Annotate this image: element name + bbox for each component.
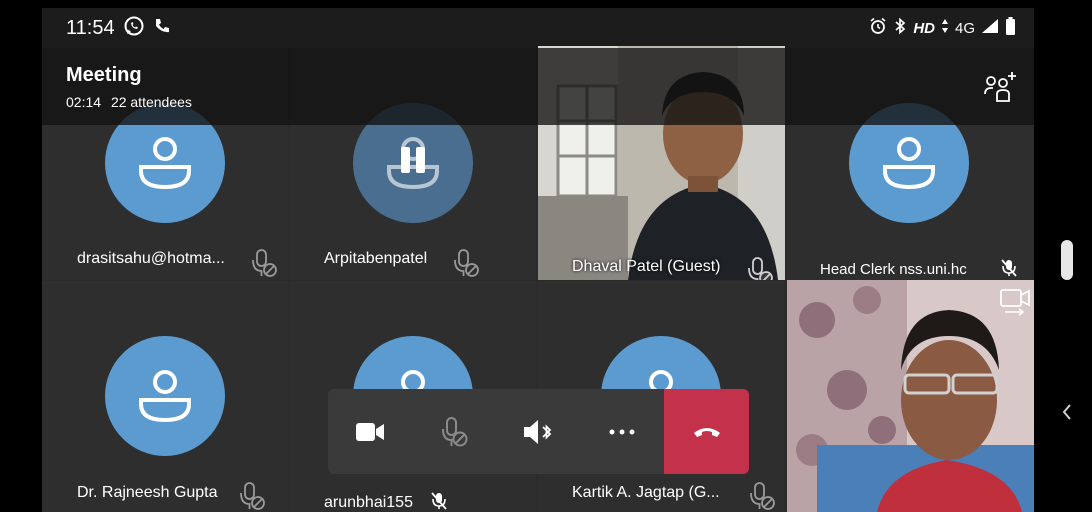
data-arrows-icon [941, 18, 949, 38]
meeting-title: Meeting [66, 64, 142, 86]
audio-output-button[interactable] [496, 389, 580, 474]
switch-camera-icon[interactable] [999, 286, 1031, 318]
more-options-button[interactable] [580, 389, 664, 474]
bluetooth-icon [893, 17, 907, 39]
alarm-icon [869, 17, 887, 39]
participant-name: drasitsahu@hotma... [77, 250, 225, 267]
video-toggle-button[interactable] [328, 389, 412, 474]
mic-off-icon [240, 482, 265, 510]
participant-name: Head Clerk nss.uni.hc [820, 261, 967, 278]
speaker-bluetooth-icon [524, 419, 552, 444]
person-icon [139, 370, 191, 423]
mic-off-icon [454, 249, 479, 277]
participant-name: Arpitabenpatel [324, 250, 428, 267]
person-icon [139, 137, 191, 190]
network-type: 4G [954, 19, 975, 37]
scrollbar-thumb[interactable] [1061, 240, 1073, 280]
signal-icon [981, 18, 999, 38]
participant-name: arunbhai155 [324, 494, 413, 511]
phone-call-icon [153, 17, 171, 40]
teams-call-screen: 11:54 HD 4G drasitsahu@hotma... Arpitabe… [42, 8, 1034, 512]
participant-tile-5[interactable]: Dr. Rajneesh Gupta [42, 281, 288, 512]
mic-off-icon [748, 257, 773, 280]
add-participants-icon[interactable] [982, 70, 1018, 106]
mic-off-icon [750, 482, 775, 510]
participant-name: Dr. Rajneesh Gupta [77, 484, 218, 501]
meeting-duration: 02:14 [66, 94, 102, 110]
mic-muted-icon [1001, 259, 1017, 277]
meeting-header: Meeting 02:14 22 attendees [42, 48, 1034, 125]
participant-name: Dhaval Patel (Guest) [572, 258, 721, 275]
video-camera-icon [356, 422, 384, 441]
person-icon [883, 137, 935, 190]
mic-muted-icon [431, 492, 447, 510]
battery-icon [1005, 17, 1016, 39]
self-video-tile[interactable] [787, 280, 1034, 512]
more-dots-icon [609, 429, 635, 434]
chevron-left-icon[interactable] [1060, 402, 1074, 422]
status-time: 11:54 [66, 16, 115, 39]
end-call-button[interactable] [664, 389, 749, 474]
mic-off-icon [252, 249, 277, 277]
call-controls-bar [328, 389, 749, 474]
mic-off-icon [442, 416, 468, 446]
self-video [787, 280, 1034, 512]
attendee-count: 22 attendees [110, 94, 192, 110]
pause-icon [401, 147, 425, 173]
status-bar: 11:54 HD 4G [42, 8, 1034, 48]
mic-toggle-button[interactable] [412, 389, 496, 474]
hd-voice-indicator: HD [913, 19, 935, 37]
hang-up-icon [693, 427, 720, 437]
avatar [105, 336, 225, 456]
participant-name: Kartik A. Jagtap (G... [572, 484, 720, 501]
whatsapp-icon [123, 15, 145, 42]
meeting-subtitle: 02:14 22 attendees [66, 94, 198, 110]
